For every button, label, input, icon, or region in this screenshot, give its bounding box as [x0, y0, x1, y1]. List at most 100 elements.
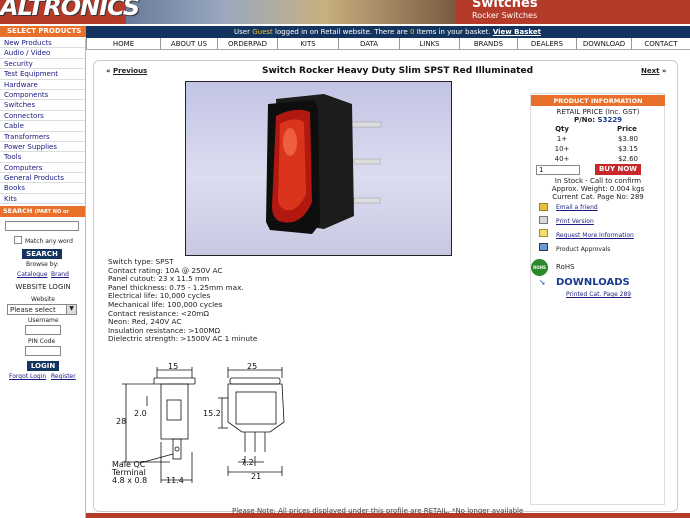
terminal-label: 4.8 x 0.8	[112, 476, 147, 485]
select-products-heading: SELECT PRODUCTS	[0, 26, 86, 37]
price-header: Price	[617, 125, 637, 133]
product-title: Switch Rocker Heavy Duty Slim SPST Red I…	[262, 66, 534, 76]
product-photo[interactable]	[185, 81, 452, 256]
sidebar-item-switches[interactable]: Switches	[0, 100, 85, 111]
header-banner-image	[126, 0, 456, 24]
search-heading: SEARCH (PART NO or DESC)	[0, 206, 85, 223]
footer-bar	[86, 513, 690, 518]
browse-brand-link[interactable]: Brand	[51, 271, 69, 278]
qty-tier: 10+	[554, 145, 570, 153]
user-status-bar: User Guest logged in on Retail website. …	[86, 26, 690, 38]
next-label: Next	[641, 67, 660, 75]
search-button[interactable]: SEARCH	[22, 249, 62, 259]
part-number-label: P/No:	[573, 116, 596, 124]
next-link[interactable]: Next »	[641, 67, 666, 75]
rocker-switch-image	[266, 94, 382, 234]
section-subtitle: Rocker Switches	[472, 11, 538, 20]
email-friend-link[interactable]: Email a friend	[556, 204, 598, 211]
search-input[interactable]	[5, 221, 79, 231]
user-post: Items in your basket.	[416, 28, 491, 36]
login-button[interactable]: LOGIN	[27, 361, 59, 371]
pin-input[interactable]	[25, 346, 61, 356]
sidebar-item-audio-video[interactable]: Audio / Video	[0, 48, 85, 59]
website-select[interactable]: Please select ▼	[7, 304, 77, 315]
dim-label: 15.2	[203, 409, 221, 418]
register-link[interactable]: Register	[51, 373, 76, 380]
part-number: P/No: S3229	[531, 116, 665, 124]
dim-label: 28	[116, 417, 126, 426]
request-info-link[interactable]: Request More Information	[556, 232, 634, 239]
nav-contact[interactable]: CONTACT	[631, 38, 690, 49]
stock-status: In Stock - Call to confirm	[554, 177, 642, 185]
sidebar-item-transformers[interactable]: Transformers	[0, 132, 85, 142]
nav-kits[interactable]: KITS	[277, 38, 338, 49]
sidebar-item-general-products[interactable]: General Products	[0, 173, 85, 184]
quantity-input[interactable]: 1	[536, 165, 580, 175]
nav-data[interactable]: DATA	[338, 38, 399, 49]
pin-label: PIN Code	[28, 338, 56, 345]
dimension-drawing: 15 28 2.0 11.4 25 15.2 7.2 21 Male QC Te…	[111, 362, 285, 485]
approvals-icon	[539, 243, 548, 251]
sidebar-item-components[interactable]: Components	[0, 90, 85, 101]
email-icon	[539, 203, 548, 211]
username-label: Username	[28, 317, 59, 324]
print-version-link[interactable]: Print Version	[556, 218, 594, 225]
sidebar-item-test-equipment[interactable]: Test Equipment	[0, 69, 85, 80]
website-login-heading: WEBSITE LOGIN	[15, 283, 71, 291]
sidebar-item-hardware[interactable]: Hardware	[0, 80, 85, 90]
browse-by-label: Browse by:	[26, 261, 59, 268]
printed-catalogue-link[interactable]: Printed Cat. Page 289	[566, 291, 631, 298]
printer-icon	[539, 216, 548, 224]
username-input[interactable]	[25, 325, 61, 335]
match-any-checkbox[interactable]	[14, 236, 22, 244]
sidebar-item-tools[interactable]: Tools	[0, 152, 85, 163]
view-basket-link[interactable]: View Basket	[493, 28, 541, 36]
sidebar-item-cable[interactable]: Cable	[0, 121, 85, 132]
dim-label: 15	[168, 362, 178, 371]
catalogue-page: Current Cat. Page No: 289	[552, 193, 644, 201]
product-approvals-link[interactable]: Product Approvals	[556, 246, 610, 253]
section-title: Switches	[472, 0, 538, 11]
qty-tier: 40+	[554, 155, 570, 163]
nav-brands[interactable]: BRANDS	[459, 38, 517, 49]
website-label: Website	[31, 296, 55, 303]
retail-price-label: RETAIL PRICE (Inc. GST)	[556, 108, 640, 116]
nav-home[interactable]: HOME	[86, 38, 160, 49]
buy-now-button[interactable]: BUY NOW	[595, 164, 641, 175]
download-arrow-icon: ➘	[539, 278, 546, 287]
match-any-label: Match any word	[25, 238, 73, 245]
spec-line: Dielectric strength: >1500V AC 1 minute	[108, 334, 258, 344]
sidebar-item-computers[interactable]: Computers	[0, 163, 85, 174]
sidebar-item-books[interactable]: Books	[0, 183, 85, 194]
sidebar-item-kits[interactable]: Kits	[0, 194, 85, 205]
previous-link[interactable]: « Previous	[106, 67, 147, 75]
previous-label: Previous	[112, 67, 148, 75]
nav-dealers[interactable]: DEALERS	[517, 38, 576, 49]
qty-tier: 1+	[556, 135, 568, 143]
nav-orderpad[interactable]: ORDERPAD	[217, 38, 277, 49]
downloads-heading: DOWNLOADS	[556, 277, 630, 288]
sidebar-item-new-products[interactable]: New Products	[0, 38, 85, 49]
site-logo[interactable]: ALTRONICS	[0, 0, 140, 21]
search-heading-text: SEARCH	[3, 207, 33, 216]
top-nav: HOME ABOUT US ORDERPAD KITS DATA LINKS B…	[86, 38, 690, 50]
nav-download[interactable]: DOWNLOAD	[576, 38, 631, 49]
dim-label: 7.2	[241, 458, 254, 467]
price-tier: $3.15	[617, 145, 638, 153]
user-pre: User	[234, 28, 250, 36]
rohs-icon: ROHS	[531, 259, 548, 276]
nav-links[interactable]: LINKS	[399, 38, 459, 49]
product-info-heading: PRODUCT INFORMATION	[531, 95, 665, 106]
chevron-down-icon: ▼	[66, 305, 76, 314]
sidebar-item-security[interactable]: Security	[0, 59, 85, 70]
weight: Approx. Weight: 0.004 kgs	[551, 185, 645, 193]
price-tier: $2.60	[617, 155, 638, 163]
sidebar-item-connectors[interactable]: Connectors	[0, 111, 85, 122]
nav-about-us[interactable]: ABOUT US	[160, 38, 217, 49]
forgot-login-link[interactable]: Forgot Login	[9, 373, 46, 380]
sidebar-item-power-supplies[interactable]: Power Supplies	[0, 142, 85, 153]
site-header: ALTRONICS Switches Rocker Switches	[0, 0, 690, 24]
user-name: Guest	[252, 28, 273, 36]
info-request-icon	[539, 229, 548, 237]
browse-catalogue-link[interactable]: Catalogue	[17, 271, 48, 278]
